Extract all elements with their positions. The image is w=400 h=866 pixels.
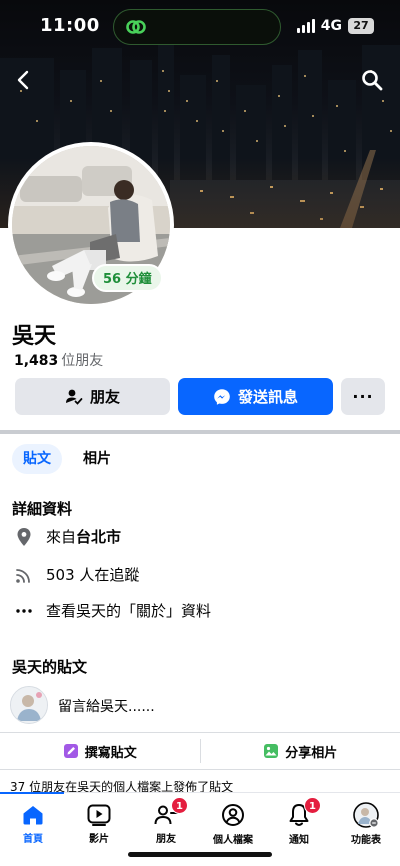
detail-location: 來自台北市	[14, 526, 121, 547]
send-message-button[interactable]: 發送訊息	[178, 378, 333, 415]
friend-count-number: 1,483	[14, 353, 59, 369]
status-bar: 11:00 4G 27	[0, 0, 400, 54]
profile-name: 吳天	[12, 324, 57, 349]
link-rings-icon	[126, 20, 146, 34]
write-post-label: 撰寫貼文	[84, 745, 137, 761]
bell-icon: 1	[286, 797, 321, 827]
video-icon	[86, 803, 112, 826]
menu-avatar-icon	[353, 802, 379, 828]
friends-button[interactable]: 朋友	[15, 378, 170, 415]
nav-notifications-label: 通知	[289, 835, 309, 846]
network-type: 4G	[320, 18, 342, 34]
battery-icon: 27	[348, 18, 374, 34]
followers-text: 503 人在追蹤	[46, 566, 140, 584]
friend-count[interactable]: 1,483 位朋友	[14, 350, 103, 370]
nav-profile-label: 個人檔案	[213, 835, 253, 846]
friends-button-label: 朋友	[89, 388, 120, 406]
dynamic-island	[113, 9, 281, 45]
nav-profile[interactable]: 個人檔案	[200, 793, 266, 846]
send-message-label: 發送訊息	[237, 388, 298, 406]
more-dots-icon	[14, 601, 34, 621]
nav-video[interactable]: 影片	[66, 793, 132, 845]
nav-friends[interactable]: 1 朋友	[133, 793, 199, 845]
nav-home-label: 首頁	[23, 834, 43, 845]
notifications-badge: 1	[304, 797, 321, 814]
active-time-badge: 56 分鐘	[92, 264, 163, 292]
write-post-button[interactable]: 撰寫貼文	[0, 733, 200, 769]
location-text: 來自台北市	[46, 528, 122, 546]
composer-bottom-divider	[0, 769, 400, 770]
nav-menu-label: 功能表	[351, 835, 381, 846]
friend-count-suffix: 位朋友	[61, 353, 104, 369]
home-icon	[20, 803, 46, 826]
profile-actions: 朋友 發送訊息 ···	[15, 378, 385, 415]
write-on-timeline-input[interactable]: 留言給吳天......	[58, 696, 155, 716]
profile-tabs: 貼文 相片	[12, 444, 122, 474]
friend-check-icon	[65, 389, 83, 405]
photo-icon	[264, 744, 279, 758]
nav-friends-label: 朋友	[156, 834, 176, 845]
nav-menu[interactable]: 功能表	[333, 793, 399, 846]
section-divider	[0, 430, 400, 434]
home-indicator[interactable]	[128, 852, 272, 857]
nav-video-label: 影片	[89, 834, 109, 845]
tab-photos[interactable]: 相片	[72, 444, 122, 474]
details-title: 詳細資料	[12, 500, 73, 518]
about-link-text: 查看吳天的「關於」資料	[46, 602, 212, 620]
search-icon[interactable]	[360, 68, 384, 92]
share-photo-label: 分享相片	[285, 745, 338, 761]
messenger-icon	[214, 388, 230, 405]
detail-followers: 503 人在追蹤	[14, 564, 139, 585]
share-photo-button[interactable]: 分享相片	[201, 733, 400, 769]
friends-icon: 1	[153, 797, 188, 826]
status-time: 11:00	[40, 15, 100, 36]
more-options-button[interactable]: ···	[341, 378, 385, 415]
location-city[interactable]: 台北市	[76, 528, 121, 546]
back-arrow-icon[interactable]	[14, 68, 34, 92]
composer-avatar	[10, 686, 48, 724]
detail-about[interactable]: 查看吳天的「關於」資料	[14, 600, 211, 621]
location-pin-icon	[14, 527, 34, 547]
nav-home[interactable]: 首頁	[0, 793, 66, 845]
composer-actions: 撰寫貼文 分享相片	[0, 733, 400, 769]
rss-feed-icon	[14, 565, 34, 585]
posts-title: 吳天的貼文	[12, 658, 88, 676]
nav-notifications[interactable]: 1 通知	[266, 793, 332, 846]
signal-icon	[296, 19, 315, 33]
tab-posts[interactable]: 貼文	[12, 444, 62, 474]
profile-icon	[220, 803, 246, 827]
friends-notification-badge: 1	[171, 797, 188, 814]
edit-pencil-icon	[63, 744, 78, 758]
more-options-label: ···	[352, 387, 374, 406]
